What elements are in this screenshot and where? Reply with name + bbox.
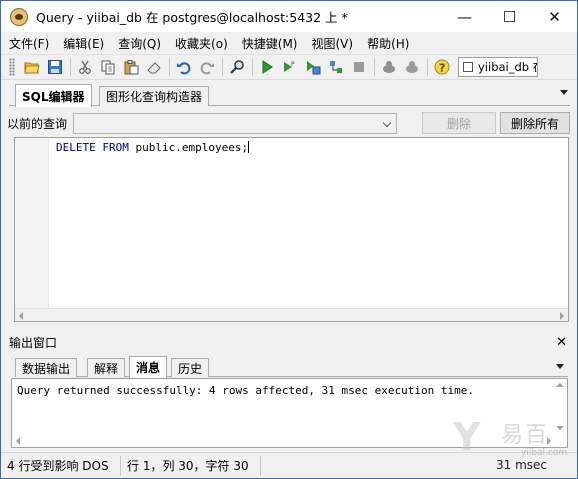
window-title: Query - yiibai_db 在 postgres@localhost:5…	[36, 10, 348, 25]
tab-messages[interactable]: 消息	[129, 356, 168, 378]
toolbar-separator	[374, 58, 375, 76]
toolbar-separator	[222, 58, 223, 76]
sql-identifier: public.employees;	[135, 141, 249, 154]
previous-queries-combo[interactable]	[73, 112, 397, 134]
toolbar-separator	[252, 58, 253, 76]
output-close-button[interactable]: ✕	[556, 335, 567, 350]
output-pane-header: 输出窗口 ✕	[9, 334, 570, 351]
scroll-right-icon[interactable]	[547, 437, 551, 445]
execute-icon[interactable]	[256, 57, 278, 77]
database-select-value: yiibai_db 在	[478, 60, 538, 74]
find-icon[interactable]	[226, 57, 248, 77]
menu-bar: 文件(F) 编辑(E) 查询(Q) 收藏夹(o) 快捷键(M) 视图(V) 帮助…	[1, 32, 577, 54]
pgadmin-elephant-icon	[10, 7, 28, 26]
menu-help[interactable]: 帮助(H)	[359, 35, 415, 52]
menu-query[interactable]: 查询(Q)	[110, 35, 167, 52]
toolbar-grip[interactable]	[9, 58, 15, 76]
tab-menu-arrow-icon[interactable]	[560, 90, 568, 95]
toolbar: P ? yiibai_db 在	[1, 54, 577, 80]
status-bar: 4 行受到影响 DOS 行 1，列 30，字符 30 31 msec	[1, 452, 577, 478]
vacuum-icon[interactable]	[378, 57, 400, 77]
svg-text:?: ?	[439, 62, 445, 75]
help-icon[interactable]: ?	[431, 57, 453, 77]
delete-all-button[interactable]: 删除所有	[499, 112, 570, 134]
output-pane-title: 输出窗口	[9, 336, 58, 350]
copy-icon[interactable]	[97, 57, 119, 77]
status-rows-affected: 4 行受到影响 DOS	[1, 455, 121, 476]
tab-graphical-query-builder[interactable]: 图形化查询构造器	[99, 86, 210, 106]
toolbar-separator	[427, 58, 428, 76]
menu-view[interactable]: 视图(V)	[303, 35, 359, 52]
status-execution-time: 31 msec	[495, 458, 547, 472]
line-gutter	[15, 138, 49, 321]
menu-file[interactable]: 文件(F)	[1, 35, 55, 52]
delete-button[interactable]: 删除	[421, 112, 496, 134]
previous-queries-row: 以前的查询 删除 删除所有	[7, 112, 570, 134]
menu-macros[interactable]: 快捷键(M)	[234, 35, 304, 52]
maximize-button[interactable]: ☐	[487, 1, 532, 32]
checkbox-icon	[463, 62, 473, 72]
sql-text[interactable]: DELETE FROM public.employees;	[56, 141, 250, 154]
sql-editor[interactable]: DELETE FROM public.employees;	[14, 137, 569, 322]
text-caret	[248, 141, 250, 153]
result-message: Query returned successfully: 4 rows affe…	[17, 384, 474, 397]
output-tab-menu-arrow-icon[interactable]	[556, 364, 564, 369]
tab-sql-editor[interactable]: SQL编辑器	[15, 84, 92, 107]
explain-icon[interactable]	[325, 57, 347, 77]
redo-icon[interactable]	[196, 57, 218, 77]
sql-keyword: FROM	[102, 141, 129, 154]
svg-text:P: P	[291, 61, 295, 68]
tab-data-output[interactable]: 数据输出	[15, 358, 78, 377]
toolbar-separator	[169, 58, 170, 76]
output-tabstrip: 数据输出 解释 消息 历史	[15, 356, 568, 378]
stop-icon[interactable]	[348, 57, 370, 77]
close-button[interactable]: ✕	[532, 1, 577, 32]
scroll-down-icon[interactable]	[556, 426, 564, 430]
status-cursor-position: 行 1，列 30，字符 30	[121, 455, 261, 476]
messages-horizontal-scrollbar[interactable]	[12, 434, 553, 447]
minimize-button[interactable]: —	[442, 1, 487, 32]
toolbar-separator	[70, 58, 71, 76]
undo-icon[interactable]	[173, 57, 195, 77]
scroll-left-icon[interactable]	[16, 437, 20, 445]
menu-edit[interactable]: 编辑(E)	[55, 35, 110, 52]
cut-icon[interactable]	[74, 57, 96, 77]
window-controls: — ☐ ✕	[442, 1, 577, 32]
menu-favourites[interactable]: 收藏夹(o)	[167, 35, 234, 52]
save-icon[interactable]	[44, 57, 66, 77]
scroll-up-icon[interactable]	[556, 383, 564, 387]
open-icon[interactable]	[21, 57, 43, 77]
paste-icon[interactable]	[120, 57, 142, 77]
eraser-icon[interactable]	[143, 57, 165, 77]
scroll-right-icon[interactable]	[560, 312, 564, 320]
database-select[interactable]: yiibai_db 在	[458, 57, 538, 77]
execute-to-file-icon[interactable]	[302, 57, 324, 77]
messages-vertical-scrollbar[interactable]	[553, 379, 567, 434]
editor-horizontal-scrollbar[interactable]	[15, 308, 568, 321]
scroll-left-icon[interactable]	[19, 312, 23, 320]
query-window: Query - yiibai_db 在 postgres@localhost:5…	[0, 0, 578, 479]
title-bar[interactable]: Query - yiibai_db 在 postgres@localhost:5…	[1, 1, 577, 32]
execute-pgscript-icon[interactable]: P	[279, 57, 301, 77]
previous-queries-label: 以前的查询	[7, 116, 68, 131]
sql-keyword: DELETE	[56, 141, 96, 154]
tab-history[interactable]: 历史	[171, 358, 210, 377]
editor-panel: SQL编辑器 图形化查询构造器 以前的查询 删除 删除所有 DELETE FRO…	[7, 84, 570, 331]
analyze-icon[interactable]	[401, 57, 423, 77]
messages-box[interactable]: Query returned successfully: 4 rows affe…	[11, 378, 568, 448]
tab-explain[interactable]: 解释	[87, 358, 126, 377]
editor-tabstrip: SQL编辑器 图形化查询构造器	[9, 84, 570, 107]
